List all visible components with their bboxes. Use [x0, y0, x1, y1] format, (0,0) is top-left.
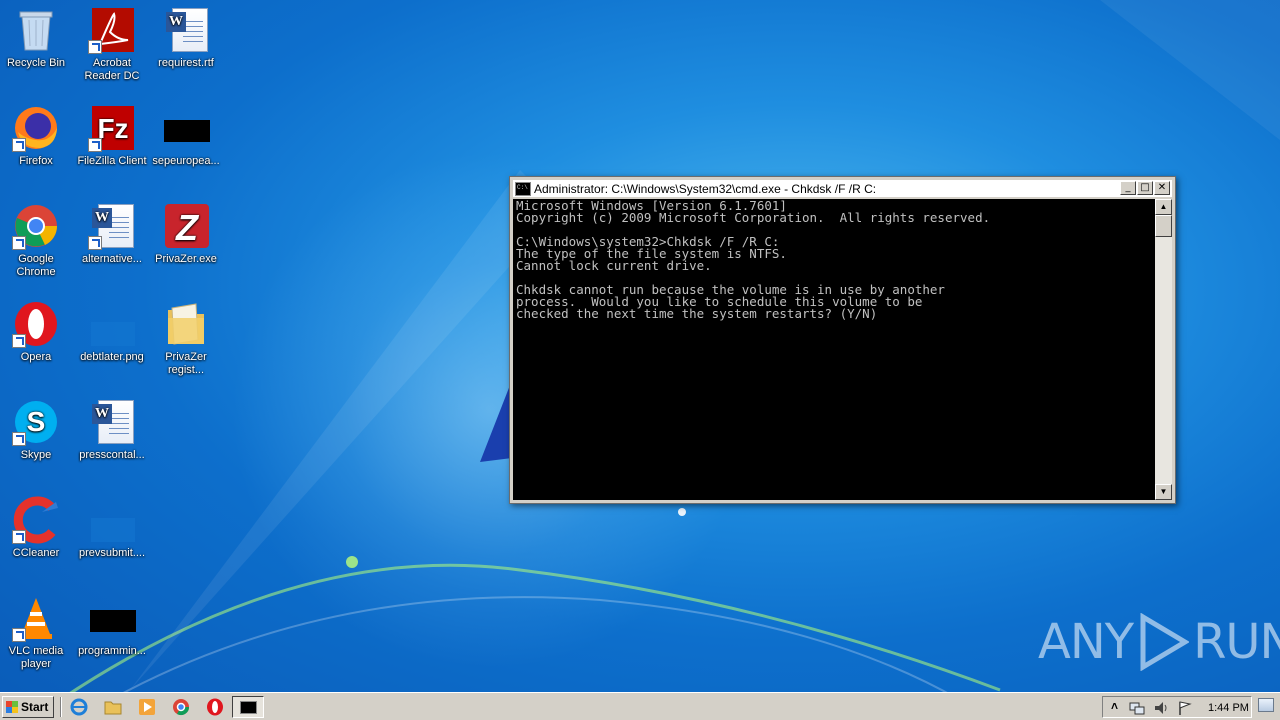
svg-text:S: S — [27, 406, 46, 437]
desktop-icon-ccleaner[interactable]: CCleaner — [0, 496, 74, 560]
icon-label: debtlater.png — [80, 351, 144, 363]
close-button[interactable]: ✕ — [1154, 181, 1170, 195]
icon-label: Firefox — [19, 155, 53, 167]
start-label: Start — [21, 700, 49, 714]
desktop-icon-privazer[interactable]: Z PrivaZer.exe — [148, 202, 224, 266]
maximize-button[interactable]: □ — [1137, 181, 1153, 195]
desktop-icon-opera[interactable]: Opera — [0, 300, 74, 364]
console-line: Copyright (c) 2009 Microsoft Corporation… — [516, 210, 991, 225]
icon-label: Skype — [20, 449, 52, 461]
icon-label: Recycle Bin — [6, 57, 66, 69]
desktop-icon-privazer-regist[interactable]: PrivaZer regist... — [148, 300, 224, 377]
shortcut-arrow-icon — [88, 40, 102, 54]
icon-label: PrivaZer.exe — [155, 253, 217, 265]
privazer-icon: Z — [165, 204, 209, 248]
scroll-thumb[interactable] — [1155, 215, 1172, 237]
shortcut-arrow-icon — [88, 138, 102, 152]
shortcut-arrow-icon — [88, 236, 102, 250]
cmd-app-icon — [515, 182, 531, 196]
cmd-window[interactable]: Administrator: C:\Windows\System32\cmd.e… — [509, 176, 1176, 504]
vertical-scrollbar[interactable]: ▲ ▼ — [1155, 199, 1172, 500]
icon-label: alternative... — [82, 253, 142, 265]
minimize-button[interactable]: _ — [1120, 181, 1136, 195]
opera-taskbar-icon[interactable] — [206, 698, 224, 716]
icon-label: Google Chrome — [16, 253, 56, 278]
word-logo-icon: W — [166, 12, 186, 32]
svg-text:Z: Z — [175, 207, 200, 248]
desktop-icon-debtlater[interactable]: debtlater.png — [74, 300, 150, 364]
folder-icon — [168, 303, 204, 345]
icon-label: sepeuropea... — [152, 155, 220, 167]
taskbar-cmd-button[interactable] — [232, 696, 264, 718]
desktop-icon-prevsubmit[interactable]: prevsubmit.... — [74, 496, 150, 560]
tray-expand-icon[interactable]: ˄ — [1111, 699, 1118, 713]
console-line: checked the next time the system restart… — [516, 306, 878, 321]
icon-label: PrivaZer regist... — [165, 351, 207, 376]
scroll-up-arrow-icon[interactable]: ▲ — [1155, 199, 1172, 215]
windows-logo-icon — [6, 701, 18, 713]
desktop-icon-recycle-bin[interactable]: Recycle Bin — [0, 6, 74, 70]
media-player-icon[interactable] — [138, 698, 156, 716]
console-line: Cannot lock current drive. — [516, 258, 712, 273]
shortcut-arrow-icon — [12, 432, 26, 446]
icon-label: requirest.rtf — [158, 57, 214, 69]
desktop-icon-firefox[interactable]: Firefox — [0, 104, 74, 168]
icon-label: prevsubmit.... — [78, 547, 146, 559]
icon-label: VLC media player — [8, 645, 64, 670]
start-button[interactable]: Start — [2, 696, 54, 718]
play-logo-icon — [1140, 613, 1190, 671]
desktop-icon-programmin[interactable]: programmin... — [74, 594, 150, 658]
shortcut-arrow-icon — [12, 334, 26, 348]
shortcut-arrow-icon — [12, 138, 26, 152]
icon-label: presscontal... — [79, 449, 145, 461]
volume-icon[interactable] — [1153, 700, 1169, 716]
taskbar-separator — [60, 697, 62, 717]
anyrun-watermark: ANY RUN — [1038, 612, 1280, 672]
action-center-flag-icon[interactable] — [1177, 700, 1193, 716]
console-output[interactable]: Microsoft Windows [Version 6.1.7601] Copy… — [513, 199, 1156, 500]
window-titlebar[interactable]: Administrator: C:\Windows\System32\cmd.e… — [513, 180, 1172, 198]
file-thumbnail-icon — [164, 120, 210, 142]
desktop-icon-sepeuropea[interactable]: sepeuropea... — [148, 104, 224, 168]
show-desktop-icon[interactable] — [1258, 698, 1274, 712]
shortcut-arrow-icon — [12, 236, 26, 250]
network-icon[interactable] — [1129, 700, 1145, 716]
icon-label: programmin... — [78, 645, 146, 657]
desktop-icon-google-chrome[interactable]: Google Chrome — [0, 202, 74, 279]
file-thumbnail-icon — [90, 610, 136, 632]
image-file-icon — [91, 322, 135, 346]
taskbar: Start ˄ 1:44 PM — [0, 692, 1280, 720]
word-logo-icon: W — [92, 404, 112, 424]
shortcut-arrow-icon — [12, 530, 26, 544]
desktop-icon-filezilla[interactable]: Fz FileZilla Client — [74, 104, 150, 168]
taskbar-clock[interactable]: 1:44 PM — [1208, 702, 1249, 714]
image-file-icon — [91, 518, 135, 542]
chrome-taskbar-icon[interactable] — [172, 698, 190, 716]
shortcut-arrow-icon — [12, 628, 26, 642]
desktop-icon-acrobat[interactable]: Acrobat Reader DC — [74, 6, 150, 83]
cmd-taskbar-icon — [240, 701, 257, 714]
desktop-icon-skype[interactable]: S Skype — [0, 398, 74, 462]
file-explorer-icon[interactable] — [104, 698, 122, 716]
desktop-icon-presscontal[interactable]: W presscontal... — [74, 398, 150, 462]
scroll-down-arrow-icon[interactable]: ▼ — [1155, 484, 1172, 500]
desktop-icon-alternative[interactable]: W alternative... — [74, 202, 150, 266]
window-title: Administrator: C:\Windows\System32\cmd.e… — [534, 182, 877, 196]
internet-explorer-icon[interactable] — [70, 698, 88, 716]
icon-label: CCleaner — [12, 547, 60, 559]
watermark-left-text: ANY — [1038, 614, 1134, 670]
icon-label: FileZilla Client — [77, 155, 147, 167]
word-logo-icon: W — [92, 208, 112, 228]
icon-label: Acrobat Reader DC — [84, 57, 140, 82]
icon-label: Opera — [20, 351, 52, 363]
recycle-bin-icon — [19, 11, 53, 51]
desktop-icon-vlc[interactable]: VLC media player — [0, 594, 74, 671]
svg-text:Fz: Fz — [97, 113, 128, 144]
watermark-right-text: RUN — [1193, 614, 1280, 670]
desktop-icon-requirest[interactable]: W requirest.rtf — [148, 6, 224, 70]
